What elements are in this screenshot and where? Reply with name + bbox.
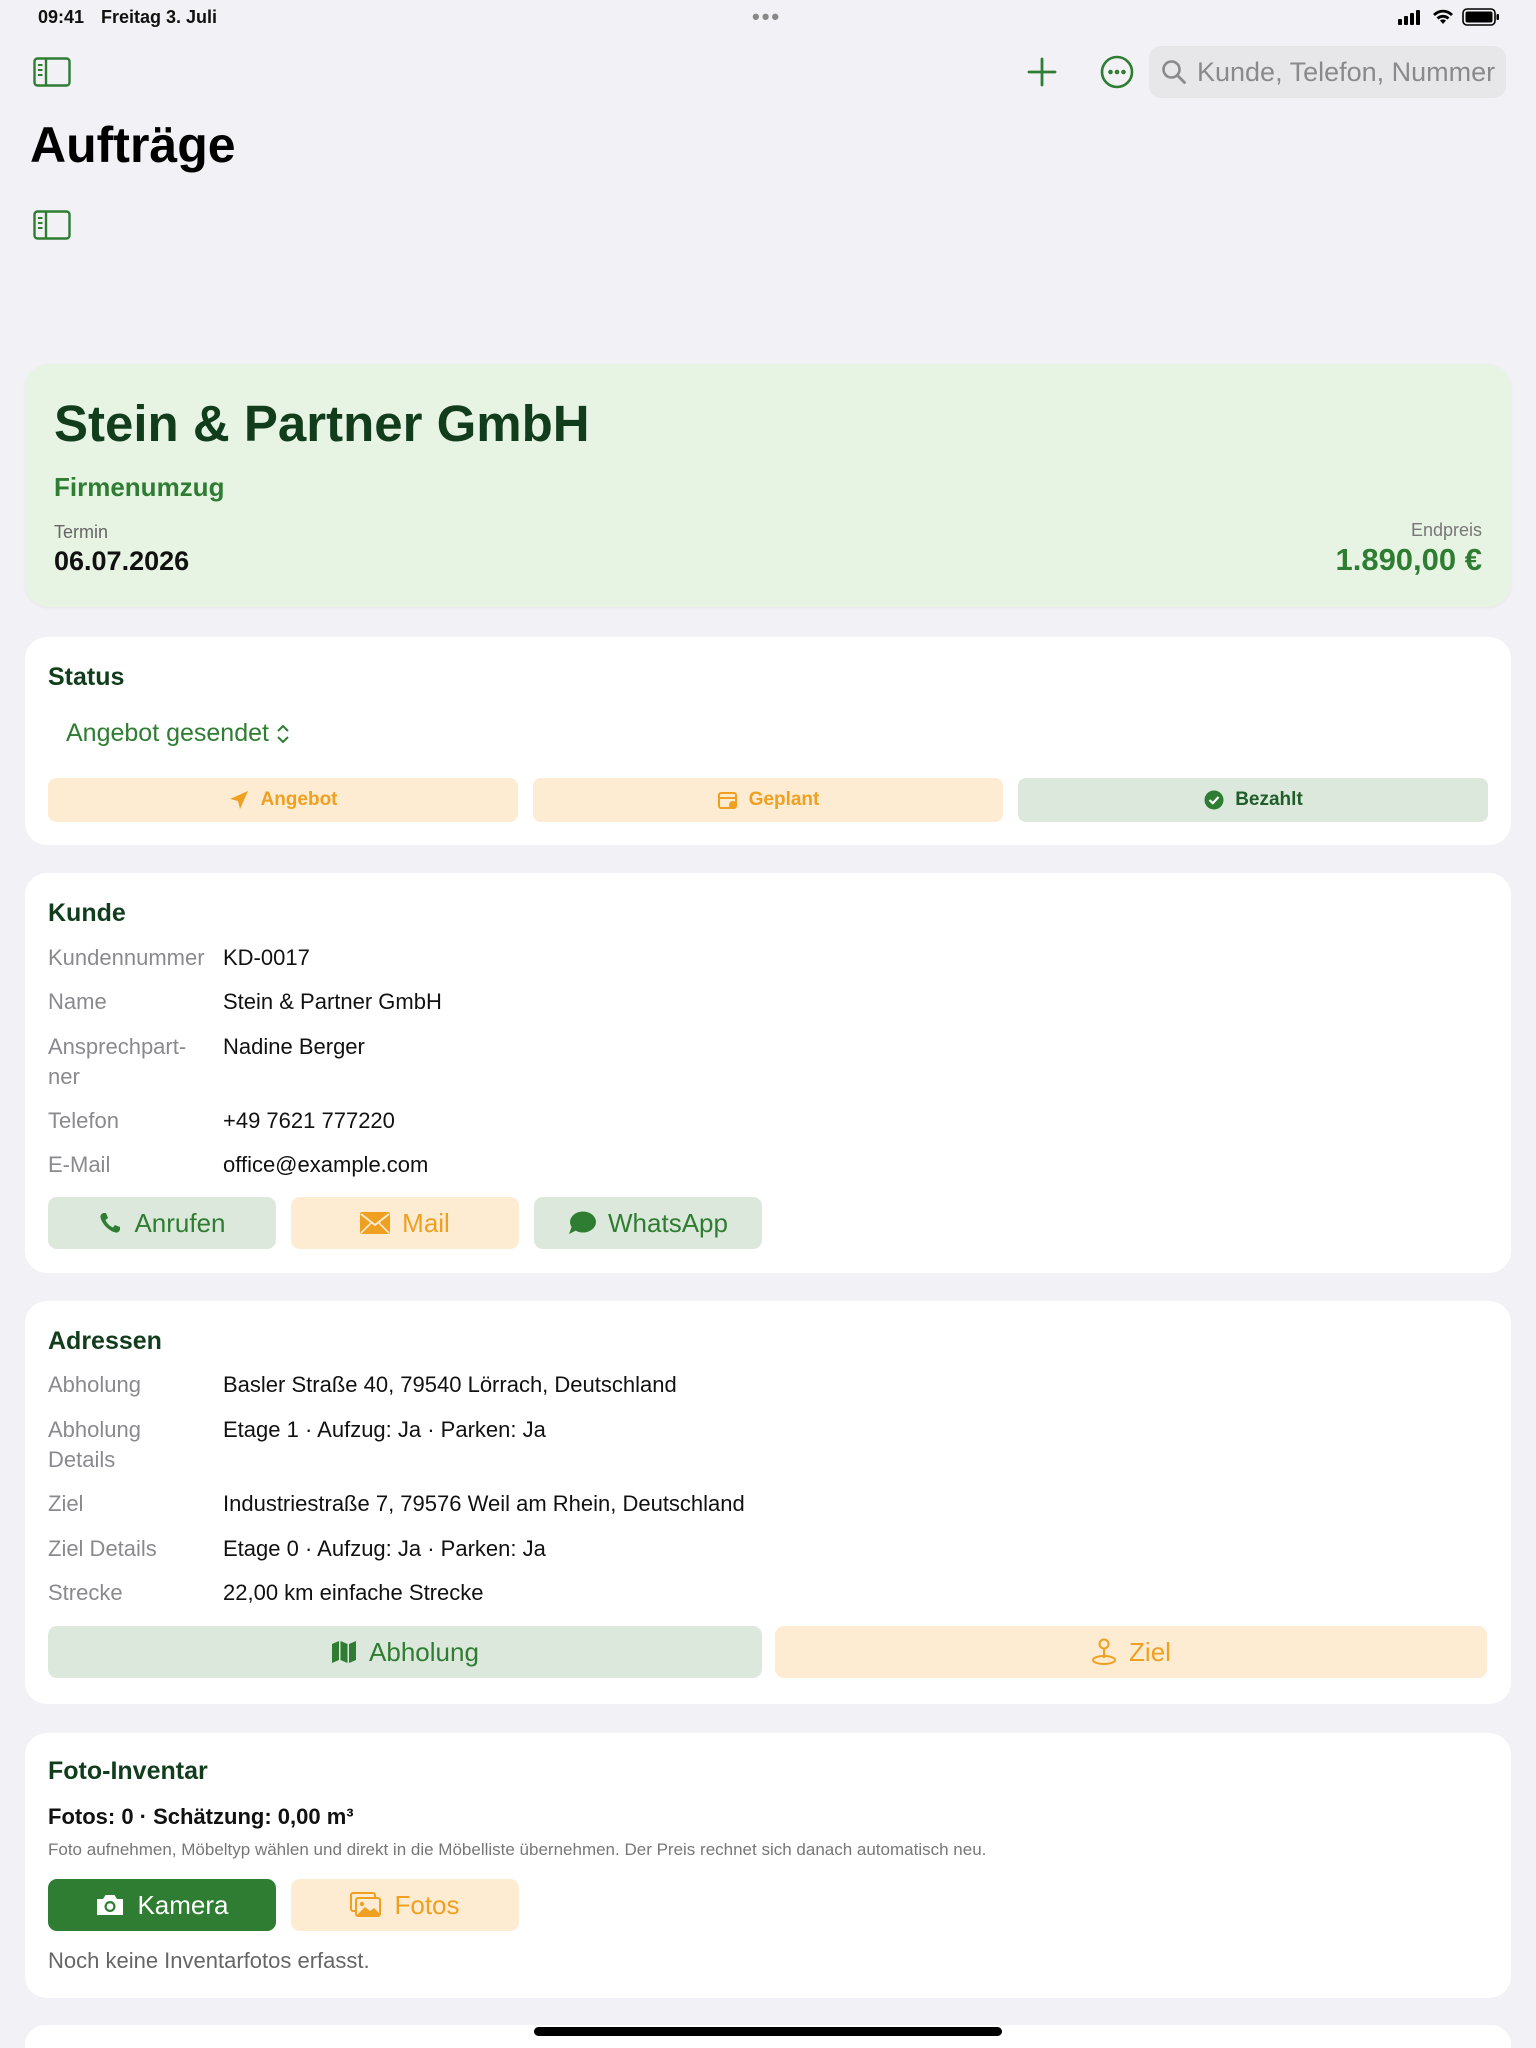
inventory-summary: Fotos: 0 · Schätzung: 0,00 m³ (48, 1804, 354, 1829)
camera-button-label: Kamera (137, 1889, 229, 1920)
more-button[interactable] (1099, 54, 1135, 90)
termin-value: 06.07.2026 (54, 546, 190, 576)
signal-icon (1398, 10, 1420, 25)
phone-icon (100, 1213, 121, 1233)
checkmark-seal-icon (1204, 790, 1224, 810)
status-offer-button[interactable]: Angebot (48, 778, 518, 822)
plus-icon (1027, 57, 1057, 87)
mail-button-label: Mail (402, 1207, 450, 1238)
status-planned-label: Geplant (748, 789, 820, 810)
addresses-card: Adressen Abholung Basler Straße 40, 7954… (25, 1301, 1511, 1704)
call-button[interactable]: Anrufen (48, 1197, 276, 1249)
pin-icon (1092, 1638, 1117, 1665)
order-type: Firmenumzug (54, 472, 225, 502)
photos-button[interactable]: Fotos (291, 1879, 519, 1931)
status-planned-button[interactable]: Geplant (533, 778, 1003, 822)
mail-button[interactable]: Mail (291, 1197, 519, 1249)
chevron-up-down-icon (277, 724, 289, 743)
distance-value: 22,00 km einfache Strecke (223, 1580, 484, 1605)
inventory-hint: Foto aufnehmen, Möbeltyp wählen und dire… (48, 1840, 987, 1859)
photo-inventory-card: Foto-Inventar Fotos: 0 · Schätzung: 0,00… (25, 1733, 1511, 1998)
customer-title: Kunde (48, 899, 126, 927)
camera-button[interactable]: Kamera (48, 1879, 276, 1931)
map-icon (332, 1641, 357, 1663)
pickup-details-value: Etage 1 · Aufzug: Ja · Parken: Ja (223, 1417, 546, 1442)
calendar-icon (717, 792, 737, 809)
whatsapp-button[interactable]: WhatsApp (534, 1197, 762, 1249)
customer-name-label: Name (48, 989, 107, 1014)
home-indicator[interactable] (534, 2027, 1002, 2036)
price-label: Endpreis (1410, 520, 1482, 540)
customer-number-label: Kundennummer (48, 945, 205, 970)
paperplane-icon (230, 791, 249, 809)
customer-number-value: KD-0017 (223, 945, 310, 970)
wifi-icon (1433, 9, 1453, 24)
status-bar: 09:41 Freitag 3. Juli ••• (0, 0, 1536, 36)
contact-person-label: Ansprechpart- ner (48, 1034, 187, 1089)
chat-bubble-icon (569, 1211, 597, 1234)
search-input[interactable] (1197, 56, 1497, 88)
add-order-button[interactable] (1024, 54, 1060, 90)
whatsapp-button-label: WhatsApp (608, 1207, 728, 1238)
phone-value: +49 7621 777220 (223, 1108, 395, 1133)
envelope-icon (360, 1212, 391, 1234)
email-value: office@example.com (223, 1152, 429, 1177)
secondary-sidebar-button[interactable] (32, 209, 72, 241)
camera-icon (97, 1895, 124, 1915)
destination-label: Ziel (48, 1491, 84, 1516)
destination-details-value: Etage 0 · Aufzug: Ja · Parken: Ja (223, 1536, 546, 1561)
customer-card: Kunde Kundennummer KD-0017 Name Stein & … (25, 873, 1511, 1273)
destination-map-label: Ziel (1129, 1636, 1171, 1667)
sidebar-icon (33, 210, 71, 240)
status-picker-value: Angebot gesendet (66, 719, 269, 747)
pickup-label: Abholung (48, 1372, 141, 1397)
status-paid-label: Bezahlt (1235, 789, 1303, 810)
email-label: E-Mail (48, 1152, 111, 1177)
pickup-map-button[interactable]: Abholung (48, 1626, 762, 1678)
page-title: Aufträge (30, 117, 236, 173)
order-summary-card: Stein & Partner GmbH Firmenumzug Termin … (25, 364, 1511, 607)
search-field[interactable] (1149, 46, 1506, 98)
destination-value: Industriestraße 7, 79576 Weil am Rhein, … (223, 1491, 745, 1516)
destination-details-label: Ziel Details (48, 1536, 157, 1561)
multitasking-dots-icon[interactable]: ••• (752, 4, 781, 30)
more-icon (1100, 55, 1134, 89)
phone-label: Telefon (48, 1108, 119, 1133)
battery-icon (1462, 8, 1499, 26)
destination-map-button[interactable]: Ziel (775, 1626, 1487, 1678)
price-value: 1.890,00 € (1335, 542, 1482, 577)
pickup-value: Basler Straße 40, 79540 Lörrach, Deutsch… (223, 1372, 677, 1397)
distance-label: Strecke (48, 1580, 123, 1605)
status-title: Status (48, 663, 125, 691)
pickup-map-label: Abholung (369, 1636, 479, 1667)
sidebar-icon (33, 57, 71, 87)
status-picker[interactable]: Angebot gesendet (66, 719, 291, 748)
status-time: 09:41 (38, 7, 85, 27)
status-date: Freitag 3. Juli (101, 7, 218, 27)
sidebar-toggle-button[interactable] (32, 56, 72, 88)
company-name: Stein & Partner GmbH (54, 395, 590, 452)
status-offer-label: Angebot (260, 789, 338, 810)
inventory-empty-text: Noch keine Inventarfotos erfasst. (48, 1948, 370, 1973)
status-indicators (1398, 8, 1500, 26)
photos-icon (350, 1892, 382, 1917)
addresses-title: Adressen (48, 1327, 162, 1355)
search-icon (1162, 60, 1186, 84)
termin-label: Termin (54, 522, 109, 542)
photos-button-label: Fotos (394, 1889, 460, 1920)
photo-inventory-title: Foto-Inventar (48, 1757, 208, 1785)
status-card: Status Angebot gesendet Angebot Geplant … (25, 637, 1511, 845)
customer-name-value: Stein & Partner GmbH (223, 989, 442, 1014)
contact-person-value: Nadine Berger (223, 1034, 365, 1059)
pickup-details-label: Abholung Details (48, 1417, 141, 1472)
status-paid-button[interactable]: Bezahlt (1018, 778, 1488, 822)
call-button-label: Anrufen (134, 1207, 226, 1238)
